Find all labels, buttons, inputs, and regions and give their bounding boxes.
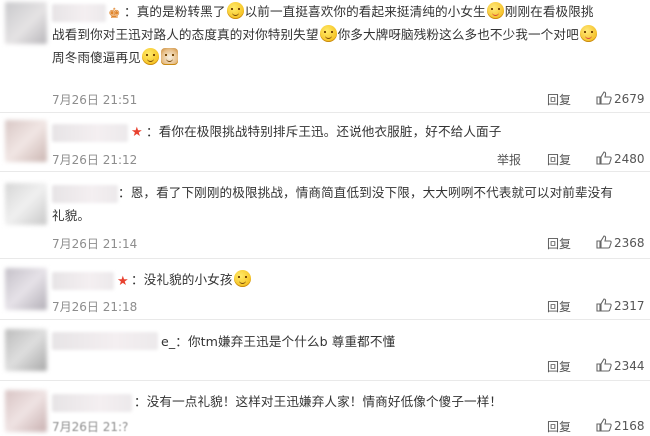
reply-button[interactable]: 回复 [547, 151, 571, 168]
comment-segment: 礼貌。 [52, 208, 91, 223]
like-button[interactable]: 2679 [596, 91, 645, 106]
comment-item: ★ ：看你在极限挑战特别排斥王迅。还说他衣服脏，好不给人面子 7月26日 21:… [0, 114, 650, 172]
comment-segment: 战看到你对王迅对路人的态度真的对你特别失望 [52, 27, 319, 42]
reply-button[interactable]: 回复 [547, 235, 571, 252]
username[interactable] [52, 394, 132, 412]
like-count: 2317 [614, 299, 645, 313]
comment-segment: ：没有一点礼貌！这样对王迅嫌弃人家！情商好低像个傻子一样！ [134, 394, 503, 409]
comment-segment: ：看你在极限挑战特别排斥王迅。还说他衣服脏，好不给人面子 [146, 124, 502, 139]
comment-line: e_：你tm嫌弃王迅是个什么b 尊重都不懂 [161, 330, 638, 353]
star-badge-icon: ★ [131, 125, 143, 140]
username[interactable] [52, 4, 106, 22]
comment-time: 7月26日 21:? [52, 420, 129, 434]
reply-button[interactable]: 回复 [547, 298, 571, 315]
like-button[interactable]: 2344 [596, 358, 645, 373]
like-count: 2344 [614, 359, 645, 373]
comment-text: ：恩，看了下刚刚的极限挑战，情商简直低到没下限，大大咧咧不代表就可以对前辈没有礼… [52, 181, 638, 227]
comment-line: ：看你在极限挑战特别排斥王迅。还说他衣服脏，好不给人面子 [146, 120, 638, 143]
comment-line: ：真的是粉转黑了 以前一直挺喜欢你的看起来挺清纯的小女生 刚刚在看极限挑 [124, 0, 638, 23]
comment-time: 7月26日 21:51 [52, 93, 138, 107]
like-count: 2168 [614, 419, 645, 433]
comment-item: ★ ：没礼貌的小女孩 7月26日 21:18 回复 2317 [0, 260, 650, 320]
dog-emoji-icon [160, 48, 178, 65]
thumbs-up-icon [596, 418, 612, 432]
comment-time: 7月26日 21:18 [52, 300, 138, 314]
avatar[interactable] [5, 268, 47, 310]
like-button[interactable]: 2368 [596, 235, 645, 250]
thumbs-up-icon [596, 235, 612, 249]
comment-text: ：真的是粉转黑了 以前一直挺喜欢你的看起来挺清纯的小女生 刚刚在看极限挑战看到你对王… [52, 0, 638, 69]
comment-line: ：恩，看了下刚刚的极限挑战，情商简直低到没下限，大大咧咧不代表就可以对前辈没有 [118, 181, 638, 204]
like-count: 2480 [614, 152, 645, 166]
avatar[interactable] [5, 390, 47, 432]
comment-segment: e_：你tm嫌弃王迅是个什么b 尊重都不懂 [161, 334, 396, 349]
comment-segment: 以前一直挺喜欢你的看起来挺清纯的小女生 [244, 4, 486, 19]
shy-emoji-icon [579, 25, 597, 42]
avatar[interactable] [5, 120, 47, 162]
comment-segment: ：没礼貌的小女孩 [131, 272, 233, 287]
comment-line: 周冬雨傻逼再见 [52, 46, 638, 69]
reply-button[interactable]: 回复 [547, 418, 571, 435]
vip-badge-icon: ♚ [108, 6, 121, 22]
star-badge-icon: ★ [117, 274, 129, 289]
comment-time: 7月26日 21:14 [52, 237, 138, 251]
report-button[interactable]: 举报 [497, 151, 521, 168]
comment-item: ♚ ：真的是粉转黑了 以前一直挺喜欢你的看起来挺清纯的小女生 刚刚在看极限挑战看到你… [0, 0, 650, 113]
comment-line: ：没有一点礼貌！这样对王迅嫌弃人家！情商好低像个傻子一样！ [134, 390, 638, 413]
comment-line: 礼貌。 [52, 204, 638, 227]
like-count: 2679 [614, 92, 645, 106]
comment-segment: 周冬雨傻逼再见 [52, 50, 141, 65]
like-button[interactable]: 2317 [596, 298, 645, 313]
like-button[interactable]: 2168 [596, 418, 645, 433]
username[interactable] [52, 332, 158, 350]
username[interactable] [52, 124, 128, 142]
reply-button[interactable]: 回复 [547, 358, 571, 375]
smile-emoji-icon [226, 2, 244, 19]
thumbs-up-icon [596, 298, 612, 312]
comment-text: ：没有一点礼貌！这样对王迅嫌弃人家！情商好低像个傻子一样！ [134, 390, 638, 413]
reply-button[interactable]: 回复 [547, 91, 571, 108]
thumbs-up-icon [596, 151, 612, 165]
comment-time: 7月26日 21:12 [52, 153, 138, 167]
comment-segment: 真的是粉转黑了 [136, 4, 226, 19]
comment-line: ：没礼貌的小女孩 [131, 268, 638, 291]
comment-text: ：看你在极限挑战特别排斥王迅。还说他衣服脏，好不给人面子 [146, 120, 638, 143]
comment-item: ：没有一点礼貌！这样对王迅嫌弃人家！情商好低像个傻子一样！ 7月26日 21:?… [0, 382, 650, 436]
like-button[interactable]: 2480 [596, 151, 645, 166]
avatar[interactable] [5, 183, 47, 225]
thumbs-up-icon [596, 358, 612, 372]
avatar[interactable] [5, 2, 47, 44]
username[interactable] [52, 185, 118, 203]
smile-emoji-icon [233, 270, 251, 287]
comment-item: e_：你tm嫌弃王迅是个什么b 尊重都不懂 回复 2344 [0, 321, 650, 381]
comment-segment: 你多大牌呀脑残粉这么多也不少我一个对吧 [337, 27, 579, 42]
avatar[interactable] [5, 329, 47, 371]
like-count: 2368 [614, 236, 645, 250]
shy-emoji-icon [486, 2, 504, 19]
smile-emoji-icon [141, 48, 159, 65]
comment-line: 战看到你对王迅对路人的态度真的对你特别失望 你多大牌呀脑残粉这么多也不少我一个对吧 [52, 23, 638, 46]
username[interactable] [52, 272, 114, 290]
comment-segment: ：恩，看了下刚刚的极限挑战，情商简直低到没下限，大大咧咧不代表就可以对前辈没有 [118, 185, 614, 200]
comment-text: ：没礼貌的小女孩 [131, 268, 638, 291]
comment-segment: 刚刚在看极限挑 [504, 4, 594, 19]
comment-segment: ： [124, 4, 137, 19]
comment-text: e_：你tm嫌弃王迅是个什么b 尊重都不懂 [161, 330, 638, 353]
thumbs-up-icon [596, 91, 612, 105]
comment-item: ：恩，看了下刚刚的极限挑战，情商简直低到没下限，大大咧咧不代表就可以对前辈没有礼… [0, 173, 650, 259]
smile-emoji-icon [319, 25, 337, 42]
